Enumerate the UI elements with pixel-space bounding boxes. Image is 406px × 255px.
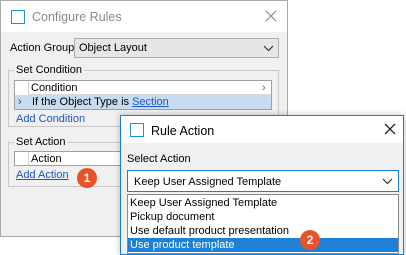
rule-action-dialog: Rule Action Select Action Keep User Assi…: [120, 115, 404, 255]
action-table: Action: [14, 151, 124, 166]
window-icon: [130, 123, 144, 137]
rule-action-titlebar: Rule Action: [121, 116, 403, 143]
configure-rules-titlebar: Configure Rules: [1, 1, 287, 32]
condition-table-header: Condition ›: [15, 81, 271, 95]
section-link[interactable]: Section: [132, 96, 169, 108]
callout-badge-2: 2: [300, 230, 320, 250]
dropdown-option-selected[interactable]: Use product template: [128, 238, 398, 252]
set-action-legend: Set Action: [16, 136, 66, 148]
chevron-down-icon: [263, 45, 274, 52]
action-combobox-value: Keep User Assigned Template: [134, 176, 282, 188]
condition-text: If the Object Type is Section: [32, 96, 169, 108]
dialog-title: Rule Action: [151, 124, 215, 138]
condition-table: Condition › › If the Object Type is Sect…: [14, 80, 272, 110]
window-icon: [11, 10, 25, 24]
condition-column-header: Condition: [31, 82, 78, 94]
condition-prefix: If the Object Type is: [32, 96, 130, 108]
condition-row[interactable]: › If the Object Type is Section: [15, 95, 271, 109]
callout-badge-1: 1: [77, 168, 97, 188]
action-column-header: Action: [31, 153, 62, 165]
dropdown-option[interactable]: Use default product presentation: [128, 224, 398, 238]
close-icon[interactable]: [383, 122, 397, 136]
window-title: Configure Rules: [32, 10, 122, 24]
add-action-link[interactable]: Add Action: [16, 169, 69, 181]
chevron-right-icon: ›: [262, 82, 266, 94]
add-condition-link[interactable]: Add Condition: [16, 113, 85, 125]
action-group-value: Object Layout: [79, 42, 147, 54]
action-combobox[interactable]: Keep User Assigned Template: [127, 170, 399, 192]
action-group-label: Action Group: [10, 42, 75, 54]
select-action-label: Select Action: [127, 153, 191, 165]
action-group-select[interactable]: Object Layout: [74, 38, 279, 58]
set-condition-legend: Set Condition: [16, 64, 83, 76]
action-dropdown-list: Keep User Assigned Template Pickup docum…: [127, 194, 399, 254]
dropdown-option[interactable]: Pickup document: [128, 210, 398, 224]
chevron-down-icon[interactable]: [382, 176, 393, 186]
row-header-cell: [15, 81, 29, 95]
row-header-cell: [15, 152, 29, 165]
close-icon[interactable]: [263, 8, 279, 24]
dropdown-option[interactable]: Keep User Assigned Template: [128, 196, 398, 210]
row-selector-icon: ›: [18, 96, 22, 108]
